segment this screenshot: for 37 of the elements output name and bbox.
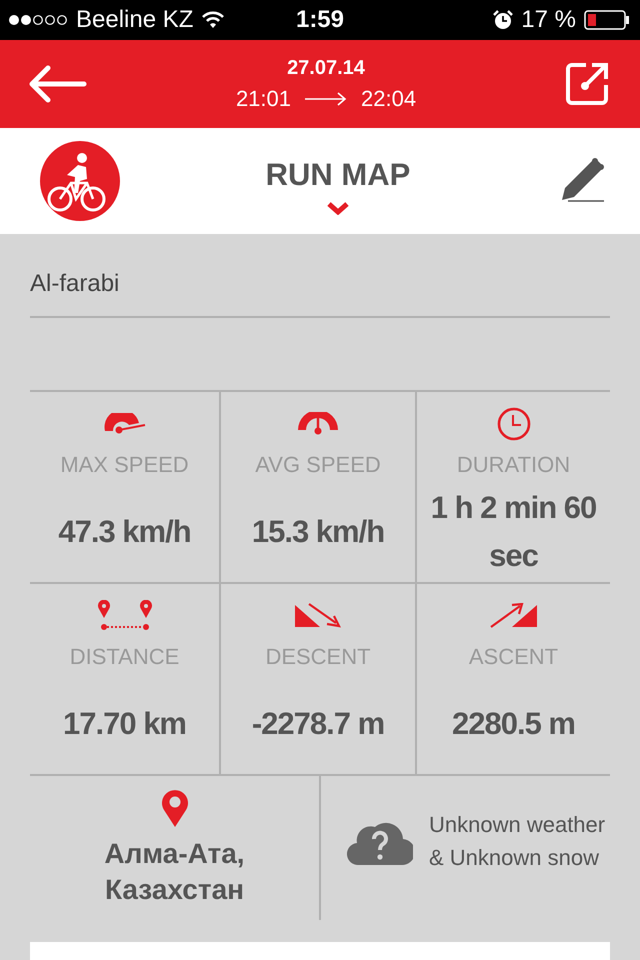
speedometer-icon xyxy=(102,413,146,435)
weather-text: Unknown weather & Unknown snow xyxy=(429,811,606,872)
alarm-icon xyxy=(493,10,514,30)
signal-icon xyxy=(8,14,68,26)
wifi-icon xyxy=(201,11,226,29)
speedometer-icon xyxy=(296,412,340,436)
start-time: 21:01 xyxy=(236,86,291,112)
stat-value: 47.3 km/h xyxy=(58,513,191,551)
clock-time: 1:59 xyxy=(294,6,346,34)
stat-label: AVG SPEED xyxy=(255,452,381,478)
stat-label: ASCENT xyxy=(468,644,558,670)
stat-label: DESCENT xyxy=(265,644,371,670)
stat-label: DISTANCE xyxy=(70,644,180,670)
stat-value: 17.70 km xyxy=(63,705,186,743)
battery-icon xyxy=(584,10,630,30)
location-text: Алма-Ата, Казахстан xyxy=(103,837,246,908)
battery-percent: 17 % xyxy=(521,6,576,34)
stat-value: 1 h 2 min 60 sec xyxy=(430,489,598,576)
descent-icon xyxy=(294,603,342,629)
arrow-icon xyxy=(305,92,347,106)
distance-pins-icon xyxy=(98,600,152,632)
cyclist-icon xyxy=(40,141,120,221)
clock-icon xyxy=(496,406,532,442)
ascent-icon xyxy=(490,603,538,629)
chevron-down-icon[interactable] xyxy=(326,201,350,215)
screen-title[interactable]: RUN MAP xyxy=(266,157,410,193)
carrier-name: Beeline KZ xyxy=(76,6,194,34)
stat-value: -2278.7 m xyxy=(252,705,384,743)
stat-value: 15.3 km/h xyxy=(252,513,384,551)
date-text: 27.07.14 xyxy=(287,56,365,80)
stat-label: MAX SPEED xyxy=(60,452,189,478)
stat-label: DURATION xyxy=(456,452,570,478)
route-name: Al-farabi xyxy=(30,234,610,318)
end-time: 22:04 xyxy=(361,86,416,112)
stat-value: 2280.5 m xyxy=(452,705,575,743)
location-pin-icon xyxy=(160,788,188,828)
share-icon[interactable] xyxy=(564,61,610,107)
